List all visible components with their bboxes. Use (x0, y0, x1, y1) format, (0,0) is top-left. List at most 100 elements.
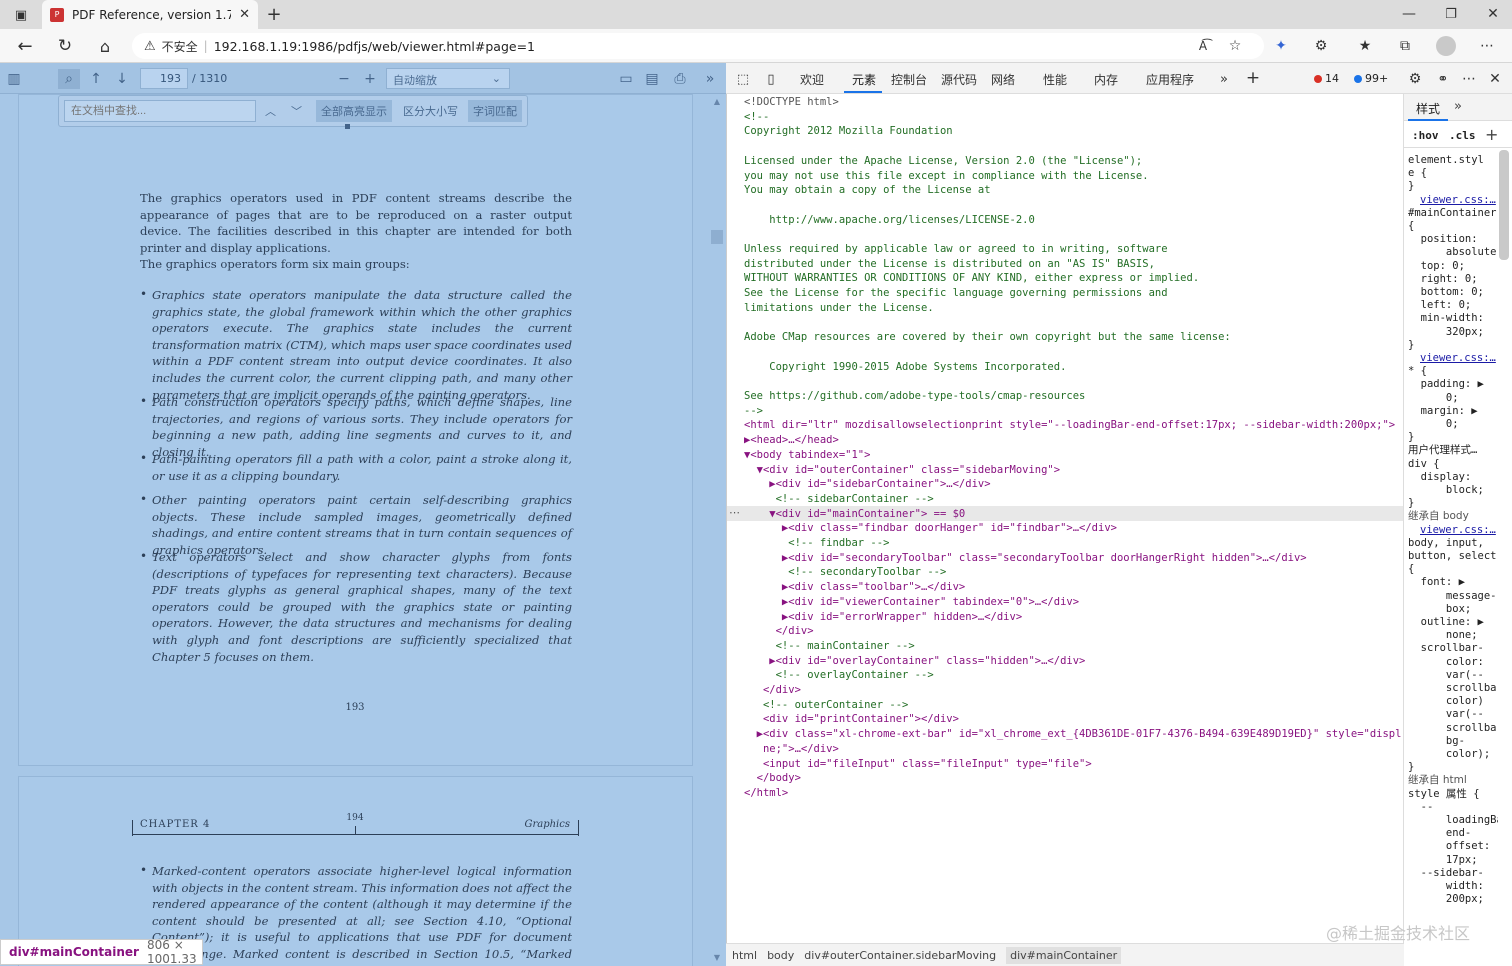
dom-node[interactable]: ▶<div id="viewerContainer" tabindex="0">… (744, 595, 1079, 610)
maximize-icon[interactable]: ❐ (1442, 6, 1460, 22)
tab-sources[interactable]: 源代码 (941, 71, 977, 88)
dom-node[interactable]: ▶<div id="sidebarContainer">…</div> (744, 477, 990, 492)
minimize-icon[interactable]: — (1400, 6, 1418, 22)
tab-styles[interactable]: 样式 (1416, 100, 1440, 117)
find-next-icon[interactable]: ﹀ (286, 100, 306, 122)
close-devtools-icon[interactable]: ✕ (1486, 70, 1504, 88)
dom-node[interactable]: ▶<div class="toolbar">…</div> (744, 580, 965, 595)
more-menu-icon[interactable]: ⋯ (1478, 38, 1496, 54)
dom-node[interactable]: <!-- sidebarContainer --> (744, 492, 934, 507)
home-icon[interactable]: ⌂ (94, 36, 116, 56)
breadcrumb-outer-container[interactable]: div#outerContainer.sidebarMoving (804, 949, 996, 962)
tab-memory[interactable]: 内存 (1094, 71, 1118, 88)
print-icon[interactable]: ⎙ (670, 69, 690, 89)
new-rule-icon[interactable]: + (1485, 125, 1498, 144)
settings-gear-icon[interactable]: ⚙ (1406, 70, 1424, 88)
extensions-icon[interactable]: ⚙ (1312, 38, 1330, 54)
dom-node[interactable]: ▼<body tabindex="1"> (744, 448, 870, 463)
dom-node[interactable]: ▶<div class="xl-chrome-ext-bar" id="xl_c… (744, 727, 1402, 742)
dom-node[interactable]: ▶<div id="errorWrapper" hidden>…</div> (744, 610, 1022, 625)
new-tab-icon[interactable]: + (264, 4, 284, 25)
dom-node[interactable]: <!-- secondaryToolbar --> (744, 565, 946, 580)
profile-avatar[interactable] (1436, 36, 1456, 56)
hov-toggle[interactable]: :hov (1412, 129, 1439, 142)
tab-elements[interactable]: 元素 (852, 71, 876, 88)
device-emulation-icon[interactable]: ▯ (762, 71, 780, 87)
close-tab-icon[interactable]: ✕ (239, 7, 250, 22)
breadcrumb: html body div#outerContainer.sidebarMovi… (726, 943, 1404, 966)
styles-scrollbar-thumb[interactable] (1499, 150, 1509, 260)
highlight-all-toggle[interactable]: 全部高亮显示 (316, 100, 392, 122)
find-input[interactable] (64, 100, 256, 122)
read-aloud-icon[interactable]: A͡ (1194, 38, 1212, 54)
presentation-mode-icon[interactable]: ▭ (616, 69, 636, 89)
row-options-icon[interactable]: ⋯ (729, 506, 740, 519)
url-text[interactable]: 192.168.1.19:1986/pdfjs/web/viewer.html#… (214, 39, 535, 54)
more-tabs-icon[interactable]: » (1216, 71, 1232, 87)
dom-node[interactable]: <!-- findbar --> (744, 536, 889, 551)
dom-node[interactable]: </html> (744, 786, 788, 801)
dom-node[interactable]: <!-- overlayContainer --> (744, 668, 934, 683)
tab-welcome[interactable]: 欢迎 (800, 71, 824, 88)
dom-node[interactable]: <html dir="ltr" mozdisallowselectionprin… (744, 418, 1395, 433)
find-icon[interactable]: ⌕ (58, 69, 80, 89)
favorite-add-icon[interactable]: ☆ (1226, 38, 1244, 54)
open-file-icon[interactable]: ▤ (642, 69, 662, 89)
dom-node[interactable]: </div> (744, 624, 814, 639)
tools-icon[interactable]: » (700, 69, 720, 89)
breadcrumb-main-container[interactable]: div#mainContainer (1006, 946, 1122, 964)
back-icon[interactable]: ← (14, 36, 36, 57)
zoom-in-icon[interactable]: + (360, 69, 380, 89)
devtools-more-icon[interactable]: ⋯ (1460, 70, 1478, 88)
zoom-out-icon[interactable]: − (334, 69, 354, 89)
viewer-scrollbar-thumb[interactable] (711, 230, 723, 244)
inspect-element-icon[interactable]: ⬚ (734, 71, 752, 87)
match-case-toggle[interactable]: 区分大小写 (398, 100, 463, 122)
find-previous-icon[interactable]: ︿ (260, 100, 280, 122)
tab-network[interactable]: 网络 (991, 71, 1015, 88)
dom-comment-line: You may obtain a copy of the License at (744, 184, 991, 197)
address-bar[interactable]: ⚠ 不安全 | 192.168.1.19:1986/pdfjs/web/view… (132, 33, 1264, 59)
extension-icon[interactable]: ✦ (1272, 38, 1290, 54)
dom-node[interactable]: ▶<div id="secondaryToolbar" class="secon… (744, 551, 1307, 566)
customize-icon[interactable]: ⚭ (1434, 70, 1452, 88)
page-number-input[interactable]: 193 (140, 68, 188, 89)
tab-actions-icon[interactable]: ▣ (12, 6, 30, 24)
list-item: Text operators select and show character… (152, 550, 572, 664)
favorites-icon[interactable]: ★ (1356, 38, 1374, 54)
active-styles-indicator (1408, 119, 1448, 121)
dom-node[interactable]: ▶<div class="findbar doorHanger" id="fin… (744, 521, 1117, 536)
dom-node[interactable]: <!-- mainContainer --> (744, 639, 915, 654)
tab-performance[interactable]: 性能 (1043, 71, 1067, 88)
collections-icon[interactable]: ⧉ (1396, 38, 1414, 54)
tab-application[interactable]: 应用程序 (1146, 71, 1194, 88)
refresh-icon[interactable]: ↻ (54, 36, 76, 56)
cls-toggle[interactable]: .cls (1449, 129, 1476, 142)
scroll-up-icon[interactable]: ▲ (711, 96, 723, 106)
dom-node[interactable]: </body> (744, 771, 801, 786)
whole-word-toggle[interactable]: 字词匹配 (468, 100, 522, 122)
breadcrumb-html[interactable]: html (732, 949, 757, 962)
dom-node[interactable]: ▶<div id="overlayContainer" class="hidde… (744, 654, 1085, 669)
next-page-icon[interactable]: ↓ (112, 69, 132, 89)
zoom-select[interactable]: 自动缩放 ⌄ (386, 68, 510, 89)
dom-node[interactable]: <!-- outerContainer --> (744, 698, 908, 713)
scroll-down-icon[interactable]: ▼ (711, 952, 723, 962)
breadcrumb-body[interactable]: body (767, 949, 794, 962)
more-panes-icon[interactable]: » (1454, 99, 1462, 114)
dom-node[interactable]: <input id="fileInput" class="fileInput" … (744, 757, 1092, 772)
dom-node[interactable]: ▼<div id="mainContainer"> == $0 (744, 507, 965, 522)
previous-page-icon[interactable]: ↑ (86, 69, 106, 89)
dom-node[interactable]: </div> (744, 683, 801, 698)
add-tool-icon[interactable]: + (1244, 68, 1262, 88)
dom-node[interactable]: ▶<head>…</head> (744, 433, 839, 448)
dom-node[interactable]: <div id="printContainer"></div> (744, 712, 959, 727)
tab-console[interactable]: 控制台 (891, 71, 927, 88)
dom-node[interactable]: ▼<div id="outerContainer" class="sidebar… (744, 463, 1060, 478)
messages-badge[interactable]: 99+ (1354, 70, 1394, 87)
dom-node[interactable]: ne;">…</div> (744, 742, 839, 757)
close-window-icon[interactable]: ✕ (1484, 6, 1502, 22)
browser-tab[interactable]: P PDF Reference, version 1.7 - PDF ✕ (42, 0, 258, 29)
sidebar-toggle-icon[interactable]: ▥ (4, 69, 24, 89)
errors-badge[interactable]: 14 (1314, 70, 1348, 87)
